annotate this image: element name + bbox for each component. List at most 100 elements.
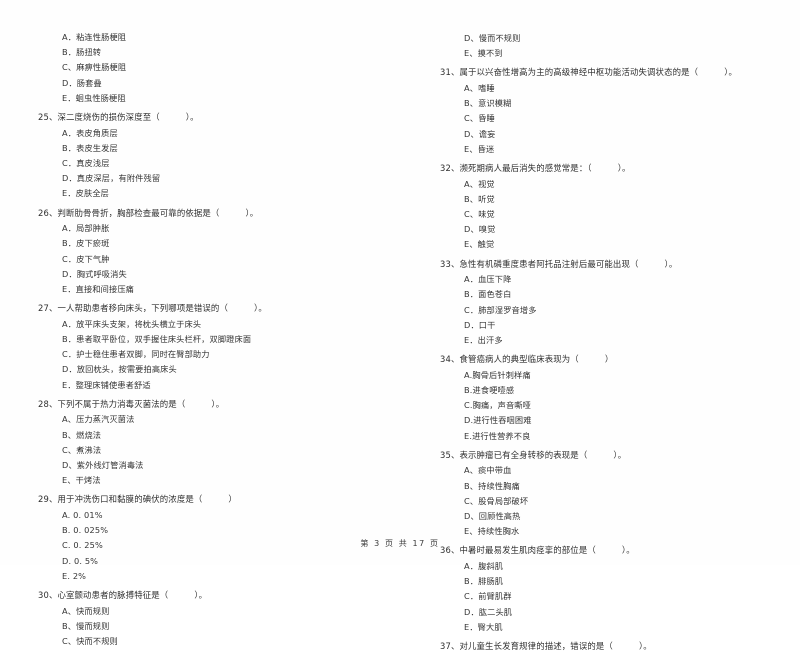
option-item: C、煮沸法 bbox=[62, 444, 102, 455]
question-stem-tail: ） bbox=[604, 354, 614, 365]
question-block: 31、属于以兴奋性增高为主的高级神经中枢功能活动失调状态的是（ ）。 A、嗜睡 B… bbox=[436, 65, 766, 157]
option-item: D．放回枕头，按需要拍高床头 bbox=[62, 364, 177, 375]
question-block: 36、中暑时最易发生肌肉痉挛的部位是（）。 A．腹斜肌 B．腓肠肌 C．前臂肌群… bbox=[436, 543, 766, 635]
question-number: 29、 bbox=[38, 494, 58, 505]
question-stem: 28、下列不属于热力消毒灭菌法的是（ ）。 bbox=[34, 397, 364, 413]
question-stem-tail: ）。 bbox=[185, 112, 199, 123]
option-item: D．胸式呼吸消失 bbox=[62, 268, 127, 279]
option-item: B．表皮生发层 bbox=[62, 142, 118, 153]
question-text: 属于以兴奋性增高为主的高级神经中枢功能活动失调状态的是（ bbox=[459, 67, 699, 78]
question-stem: 32、濒死期病人最后消失的感觉常是：（ ）。 bbox=[436, 161, 766, 177]
option-item: D．真皮深层，有附件残留 bbox=[62, 173, 161, 184]
option-item: A、快而规则 bbox=[62, 605, 110, 616]
option-item: A．局部肿胀 bbox=[62, 223, 110, 234]
option-item: C．前臂肌群 bbox=[464, 591, 512, 602]
option-item: E、触觉 bbox=[464, 239, 495, 250]
option-item: A．腹斜肌 bbox=[464, 561, 504, 572]
option-item: A、痰中带血 bbox=[464, 465, 512, 476]
option-item: A．表皮角质层 bbox=[62, 127, 118, 138]
option-item: D、谵妄 bbox=[464, 128, 496, 139]
continued-options-group: A．粘连性肠梗阻 B．肠扭转 C、麻痹性肠梗阻 D．肠套叠 E．蛔虫性肠梗阻 bbox=[34, 30, 364, 106]
question-stem: 31、属于以兴奋性增高为主的高级神经中枢功能活动失调状态的是（ ）。 bbox=[436, 65, 766, 81]
option-item: A、视觉 bbox=[464, 178, 495, 189]
question-number: 35、 bbox=[440, 449, 460, 460]
option-item: A.胸骨后针刺样痛 bbox=[464, 369, 531, 380]
question-number: 25、 bbox=[38, 112, 58, 123]
question-text: 判断肋骨骨折，胸部检查最可靠的依据是（ bbox=[57, 207, 220, 218]
question-block: 30、心室颤动患者的脉搏特征是（ ）。 A、快而规则 B、慢而规则 C、快而不规则 bbox=[34, 588, 364, 649]
option-item: B．腓肠肌 bbox=[464, 576, 504, 587]
question-block: 35、表示肿瘤已有全身转移的表现是（ ）。 A、痰中带血 B、持续性胸痛 C、股骨… bbox=[436, 448, 766, 540]
option-item: C．护士稳住患者双脚，同时在臀部助力 bbox=[62, 349, 210, 360]
left-column: A．粘连性肠梗阻 B．肠扭转 C、麻痹性肠梗阻 D．肠套叠 E．蛔虫性肠梗阻 2… bbox=[34, 30, 364, 653]
question-number: 27、 bbox=[38, 303, 58, 314]
question-block: 28、下列不属于热力消毒灭菌法的是（ ）。 A、压力蒸汽灭菌法 B、燃烧法 C、煮… bbox=[34, 397, 364, 489]
question-stem-tail: ）。 bbox=[253, 303, 267, 314]
option-item: E．出汗多 bbox=[464, 335, 503, 346]
right-column: D、慢而不规则 E、摸不到 31、属于以兴奋性增高为主的高级神经中枢功能活动失调… bbox=[436, 30, 766, 659]
question-number: 28、 bbox=[38, 398, 58, 409]
question-text: 一人帮助患者移向床头，下列哪项是错误的（ bbox=[57, 303, 228, 314]
question-stem-tail: ）。 bbox=[245, 207, 259, 218]
option-item: B、意识模糊 bbox=[464, 98, 512, 109]
option-item: B、燃烧法 bbox=[62, 429, 102, 440]
question-stem-tail: ）。 bbox=[211, 398, 225, 409]
option-item: B、持续性胸痛 bbox=[464, 480, 520, 491]
option-item: C、麻痹性肠梗阻 bbox=[62, 62, 127, 73]
option-item: E．蛔虫性肠梗阻 bbox=[62, 92, 126, 103]
option-item: A．粘连性肠梗阻 bbox=[62, 32, 127, 42]
question-stem: 29、用于冲洗伤口和黏膜的碘伏的浓度是（ ） bbox=[34, 492, 364, 508]
question-block: 32、濒死期病人最后消失的感觉常是：（ ）。 A、视觉 B、听觉 C、味觉 D、嗅… bbox=[436, 161, 766, 253]
option-item: C.胸痛，声音嘶哑 bbox=[464, 400, 531, 411]
question-stem-tail: ）。 bbox=[638, 641, 652, 652]
question-number: 33、 bbox=[440, 258, 460, 269]
option-item: B.进食哽噎感 bbox=[464, 385, 515, 396]
option-item: C．肺部湿罗音增多 bbox=[464, 304, 537, 315]
option-item: D．口干 bbox=[464, 319, 496, 330]
question-number: 30、 bbox=[38, 590, 58, 601]
question-number: 34、 bbox=[440, 354, 460, 365]
question-block: 34、食管癌病人的典型临床表现为（ ） A.胸骨后针刺样痛 B.进食哽噎感 C.胸… bbox=[436, 352, 766, 444]
option-item: C．皮下气肿 bbox=[62, 253, 110, 264]
question-block: 33、急性有机磷重度患者阿托品注射后最可能出现（ ）。 A．血压下降 B．面色苍白… bbox=[436, 257, 766, 349]
question-stem-tail: ）。 bbox=[724, 67, 738, 78]
option-item: D、嗅觉 bbox=[464, 224, 496, 235]
option-item: C、昏睡 bbox=[464, 113, 495, 124]
question-stem-tail: ）。 bbox=[617, 163, 631, 174]
option-item: B、慢而规则 bbox=[62, 620, 110, 631]
question-number: 37、 bbox=[440, 641, 460, 652]
question-block: 37、对儿童生长发育规律的描述，错误的是（ ）。 bbox=[436, 639, 766, 655]
question-stem-tail: ）。 bbox=[613, 449, 627, 460]
option-item: A．放平床头支架，将枕头横立于床头 bbox=[62, 318, 202, 329]
option-item: B．面色苍白 bbox=[464, 289, 512, 300]
question-stem: 33、急性有机磷重度患者阿托品注射后最可能出现（ ）。 bbox=[436, 257, 766, 273]
option-item: E. 2% bbox=[62, 570, 87, 581]
option-item: A、压力蒸汽灭菌法 bbox=[62, 414, 135, 425]
option-item: D、紫外线灯管消毒法 bbox=[62, 460, 144, 471]
option-item: E、干烤法 bbox=[62, 475, 101, 486]
option-item: E．皮肤全层 bbox=[62, 188, 110, 199]
option-item: D.进行性吞咽困难 bbox=[464, 415, 532, 426]
question-text: 食管癌病人的典型临床表现为（ bbox=[459, 354, 579, 365]
question-block: 25、深二度烧伤的损伤深度至（ ）。 A．表皮角质层 B．表皮生发层 C．真皮浅层… bbox=[34, 110, 364, 202]
question-number: 26、 bbox=[38, 207, 58, 218]
option-item: E．直接和间接压痛 bbox=[62, 284, 135, 295]
option-item: A．血压下降 bbox=[464, 274, 512, 285]
question-stem-tail: ） bbox=[228, 494, 237, 505]
question-stem: 35、表示肿瘤已有全身转移的表现是（ ）。 bbox=[436, 448, 766, 464]
option-item: C、快而不规则 bbox=[62, 636, 118, 647]
question-stem: 30、心室颤动患者的脉搏特征是（ ）。 bbox=[34, 588, 364, 604]
option-item: B．肠扭转 bbox=[62, 47, 102, 58]
option-item: C、味觉 bbox=[464, 209, 495, 220]
question-stem: 37、对儿童生长发育规律的描述，错误的是（ ）。 bbox=[436, 639, 766, 655]
exam-paper-page: A．粘连性肠梗阻 B．肠扭转 C、麻痹性肠梗阻 D．肠套叠 E．蛔虫性肠梗阻 2… bbox=[0, 0, 800, 651]
question-text: 急性有机磷重度患者阿托品注射后最可能出现（ bbox=[459, 258, 639, 269]
question-text: 对儿童生长发育规律的描述，错误的是（ bbox=[459, 641, 613, 652]
option-item: E.进行性营养不良 bbox=[464, 430, 531, 441]
option-item: B．皮下瘀斑 bbox=[62, 238, 110, 249]
option-item: D．肱二头肌 bbox=[464, 606, 513, 617]
option-item: A、嗜睡 bbox=[464, 83, 495, 93]
option-item: E．整理床铺使患者舒适 bbox=[62, 379, 151, 390]
question-text: 濒死期病人最后消失的感觉常是：（ bbox=[459, 163, 592, 174]
question-block: 27、一人帮助患者移向床头，下列哪项是错误的（ ）。 A．放平床头支架，将枕头横立… bbox=[34, 301, 364, 393]
